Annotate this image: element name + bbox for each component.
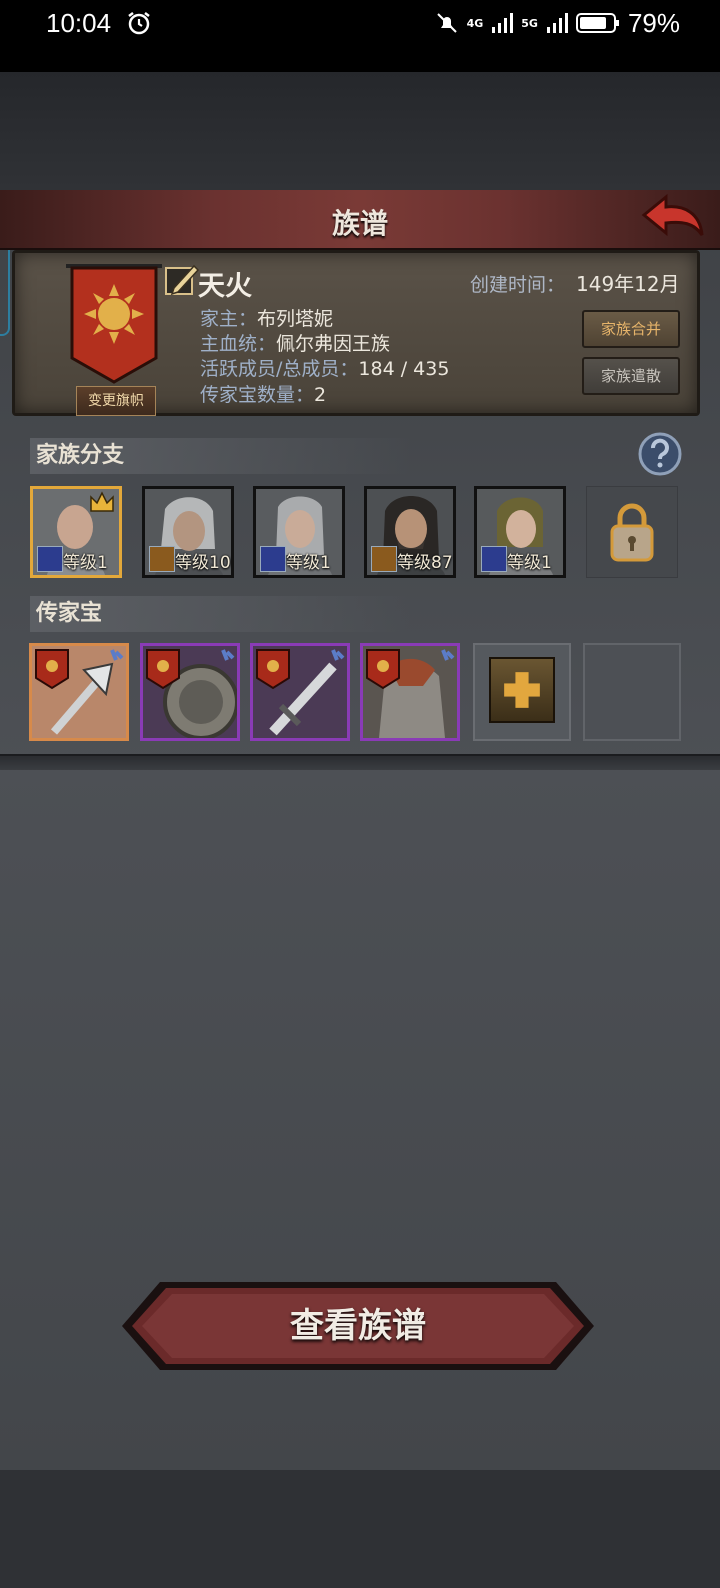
heirloom-armor[interactable] [360,643,460,741]
sword-star-icon [371,546,397,572]
status-icons: 4G 5G 79% [435,8,680,38]
battery-icon [575,13,619,33]
status-bar: 10:04 4G 5G 79% [0,0,720,72]
top-background [0,72,720,190]
members-label: 活跃成员/总成员： [200,358,359,380]
sword-icon [260,546,286,572]
lock-icon [610,503,654,562]
signal-5g-icon [546,13,568,33]
sword-star-icon [149,546,175,572]
members-row: 活跃成员/总成员：184 / 435 [200,354,449,381]
branch-member-4[interactable]: 等级87 [364,486,456,578]
bloodline-label: 主血统： [200,333,277,355]
bottom-background [0,1470,720,1588]
heirloom-count-value: 2 [314,384,327,406]
mute-icon [436,13,457,33]
family-banner-icon [66,264,162,384]
bloodline-value: 佩尔弗因王族 [276,333,391,355]
branch-level-3: 等级1 [286,553,331,573]
empty-heirloom-slot [583,643,681,741]
branches-header: 家族分支 [30,438,410,474]
title-bar: 族谱 [0,190,720,250]
sword-icon [481,546,507,572]
section-divider [0,754,720,770]
sword-icon [256,649,345,736]
crown-icon [90,491,114,512]
family-head-value: 布列塔妮 [257,308,334,330]
signal-4g-icon [492,13,514,33]
branch-level-1: 等级1 [63,553,108,573]
branch-level-2: 等级100 [175,553,231,573]
branch-member-3[interactable]: 等级1 [253,486,345,578]
branch-member-5[interactable]: 等级1 [474,486,566,578]
axe-icon [35,649,124,735]
branch-level-5: 等级1 [507,553,552,573]
heirloom-sword[interactable] [250,643,350,741]
family-dissolve-button[interactable]: 家族遣散 [582,357,680,395]
family-head-row: 家主：布列塔妮 [200,304,333,331]
bloodline-row: 主血统：佩尔弗因王族 [200,329,390,356]
battery-percent: 79% [627,7,680,38]
status-time: 10:04 [46,8,112,38]
members-value: 184 / 435 [358,358,450,380]
back-arrow-icon[interactable] [640,193,706,243]
alarm-icon [128,12,150,35]
network-4g-label: 4G [466,16,484,30]
family-head-label: 家主： [200,308,258,330]
heirloom-axe[interactable] [29,643,129,741]
family-name: 天火 [198,271,252,302]
help-icon[interactable] [638,432,682,476]
edit-name-icon[interactable] [164,262,200,298]
shield-icon [146,649,237,738]
network-5g-label: 5G [521,16,538,30]
heirloom-shield[interactable] [140,643,240,741]
created-value: 149年12月 [576,272,680,296]
branch-member-1[interactable]: 等级1 [30,486,122,578]
family-merge-button[interactable]: 家族合并 [582,310,680,348]
heirloom-count-row: 传家宝数量：2 [200,380,326,407]
heirlooms-header: 传家宝 [30,596,410,632]
branch-level-4: 等级87 [397,553,453,573]
branch-member-2[interactable]: 等级100 [142,486,234,578]
add-heirloom-plus-icon[interactable] [489,657,555,723]
page-title: 族谱 [331,207,388,240]
change-flag-button[interactable]: 变更旗帜 [76,386,156,416]
heirloom-count-label: 传家宝数量： [200,384,315,406]
view-family-tree-button[interactable] [120,1280,596,1372]
sword-icon [37,546,63,572]
created-label: 创建时间： [470,274,566,296]
armor-icon [363,646,457,738]
